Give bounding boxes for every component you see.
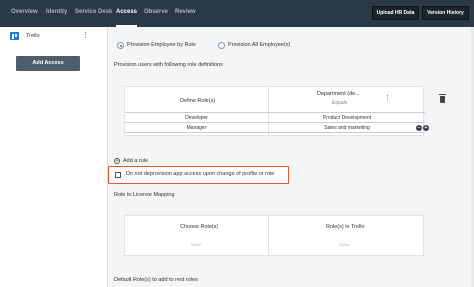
department-operator[interactable]: Equals <box>332 100 347 106</box>
main-content: Provision Employee by Role Provision All… <box>108 27 474 287</box>
define-roles-header: Define Role(s) <box>180 98 216 104</box>
radio-provision-all[interactable] <box>218 42 225 49</box>
department-cell[interactable]: Product Development <box>269 115 425 121</box>
tab-observe[interactable]: Observe <box>144 0 168 27</box>
upload-hr-data-button[interactable]: Upload HR Data <box>372 6 419 20</box>
roles-in-trello-header: Role(s) in Trello <box>326 224 365 230</box>
remove-row-icon[interactable]: − <box>416 125 422 131</box>
add-row-icon[interactable]: + <box>423 125 429 131</box>
license-mapping-title: Role to License Mapping <box>114 192 175 198</box>
choose-roles-header: Choose Role(s) <box>180 224 219 230</box>
row-divider <box>125 112 425 113</box>
deprovision-option-highlight: Do not deprovision app access upon chang… <box>108 166 289 184</box>
tab-identity[interactable]: Identity <box>46 0 67 27</box>
top-nav-bar: Overview Identity Service Desk Access Ob… <box>0 0 474 27</box>
tab-overview[interactable]: Overview <box>11 0 38 27</box>
tab-service-desk[interactable]: Service Desk <box>75 0 112 27</box>
delete-rule-icon[interactable] <box>439 94 446 103</box>
trello-roles-input[interactable]: value <box>339 242 350 247</box>
radio-provision-by-role[interactable] <box>117 42 124 49</box>
default-roles-title: Default Role(s) to add to rest roles <box>114 277 198 283</box>
trello-icon <box>10 32 19 40</box>
radio-provision-all-label: Provision All Employee(s) <box>228 42 291 48</box>
sidebar-item-label: Trello <box>26 33 40 39</box>
tab-review[interactable]: Review <box>175 0 196 27</box>
department-header[interactable]: Department (de... <box>317 91 360 97</box>
sidebar-item-trello[interactable]: Trello ⋮ <box>0 27 107 49</box>
add-rule-link[interactable]: Add a rule <box>123 158 148 164</box>
department-cell[interactable]: Sales and marketing <box>269 125 425 131</box>
choose-roles-input[interactable]: value <box>191 242 202 247</box>
column-menu-icon[interactable]: ⋮ <box>384 95 391 102</box>
sidebar: Trello ⋮ Add Access <box>0 27 108 287</box>
tab-access[interactable]: Access <box>116 0 138 27</box>
rules-section-title: Provision users with following role defi… <box>114 62 223 68</box>
version-history-button[interactable]: Version History <box>422 6 469 20</box>
column-divider <box>268 216 269 257</box>
add-rule-icon[interactable]: + <box>114 158 120 164</box>
deprovision-checkbox[interactable] <box>115 172 121 178</box>
add-access-button[interactable]: Add Access <box>16 56 80 71</box>
kebab-menu-icon[interactable]: ⋮ <box>82 32 89 39</box>
row-divider <box>125 132 425 133</box>
role-cell[interactable]: Manager <box>125 125 268 131</box>
role-definition-table: Define Role(s) Department (de... Equals … <box>124 86 425 137</box>
radio-provision-by-role-label: Provision Employee by Role <box>127 42 196 48</box>
deprovision-checkbox-label: Do not deprovision app access upon chang… <box>126 171 275 177</box>
row-divider <box>125 122 425 123</box>
role-cell[interactable]: Developer <box>125 115 268 121</box>
license-mapping-table: Choose Role(s) Role(s) in Trello value v… <box>124 215 424 257</box>
